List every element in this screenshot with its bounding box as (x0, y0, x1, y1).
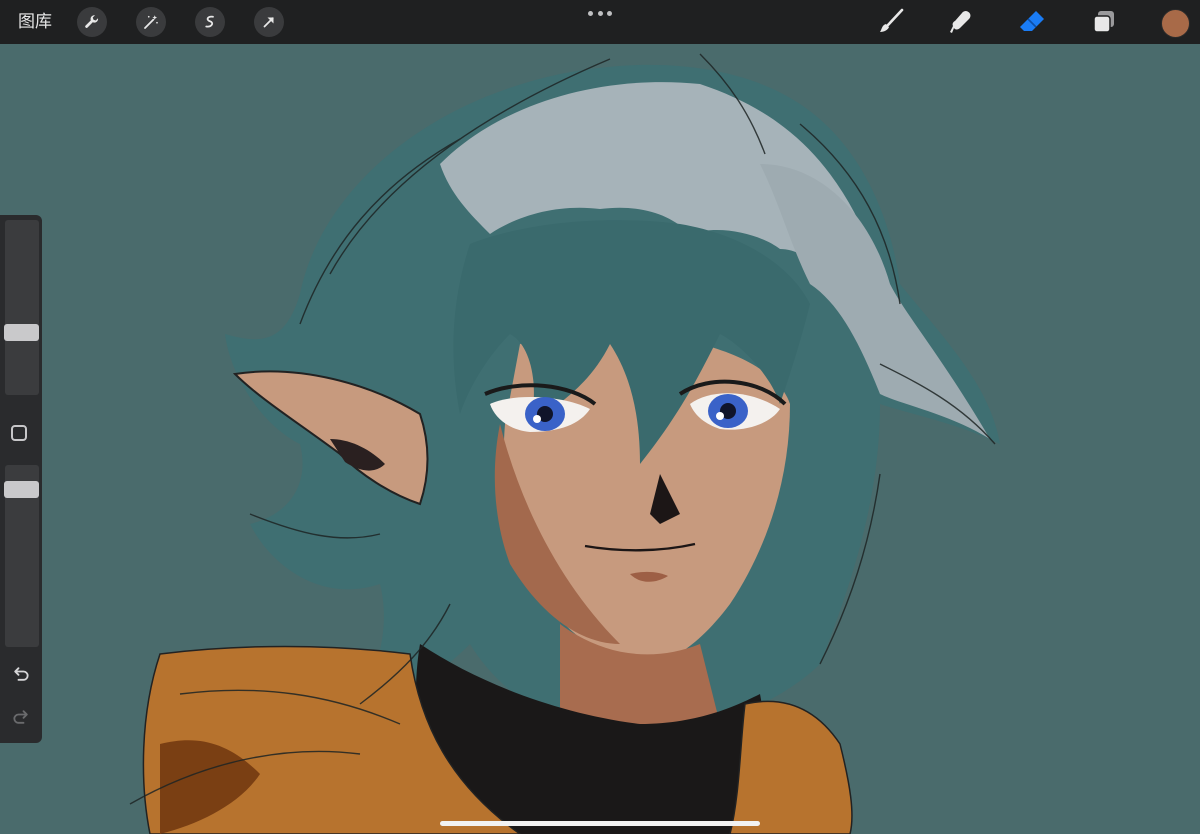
magic-wand-icon (144, 15, 158, 29)
paint-tool-button[interactable] (874, 6, 906, 38)
dot (607, 10, 612, 16)
gallery-button[interactable]: 图库 (18, 10, 52, 34)
undo-icon (14, 667, 29, 681)
artwork (0, 44, 1200, 834)
transform-arrow-icon (263, 17, 274, 28)
smudge-tool-button[interactable] (945, 6, 977, 38)
eraser-icon (1020, 11, 1044, 31)
brush-size-thumb[interactable] (4, 324, 39, 341)
undo-button[interactable] (9, 662, 33, 686)
procreate-app: 图库 (0, 0, 1200, 834)
home-indicator[interactable] (440, 821, 760, 826)
redo-button[interactable] (9, 705, 33, 729)
redo-icon (13, 710, 28, 724)
dot (597, 10, 603, 16)
drawing-canvas[interactable] (0, 44, 1200, 834)
brush-size-slider[interactable] (4, 220, 39, 395)
selection-button[interactable] (195, 7, 225, 37)
smudge-icon (950, 11, 971, 33)
brush-icon (880, 8, 904, 32)
modify-button[interactable] (11, 425, 27, 441)
layers-button[interactable] (1088, 6, 1120, 38)
opacity-slider[interactable] (4, 465, 39, 647)
layers-icon (1093, 11, 1114, 33)
adjustments-button[interactable] (136, 7, 166, 37)
selection-icon (205, 15, 214, 28)
wrench-icon (85, 15, 99, 28)
more-options-handle[interactable] (588, 8, 612, 18)
left-sidebar (0, 215, 42, 743)
opacity-thumb[interactable] (4, 481, 39, 498)
eraser-tool-button[interactable] (1016, 6, 1048, 38)
transform-button[interactable] (254, 7, 284, 37)
top-toolbar: 图库 (0, 0, 1200, 44)
color-picker-button[interactable] (1161, 9, 1190, 38)
dot (588, 10, 593, 16)
actions-button[interactable] (77, 7, 107, 37)
